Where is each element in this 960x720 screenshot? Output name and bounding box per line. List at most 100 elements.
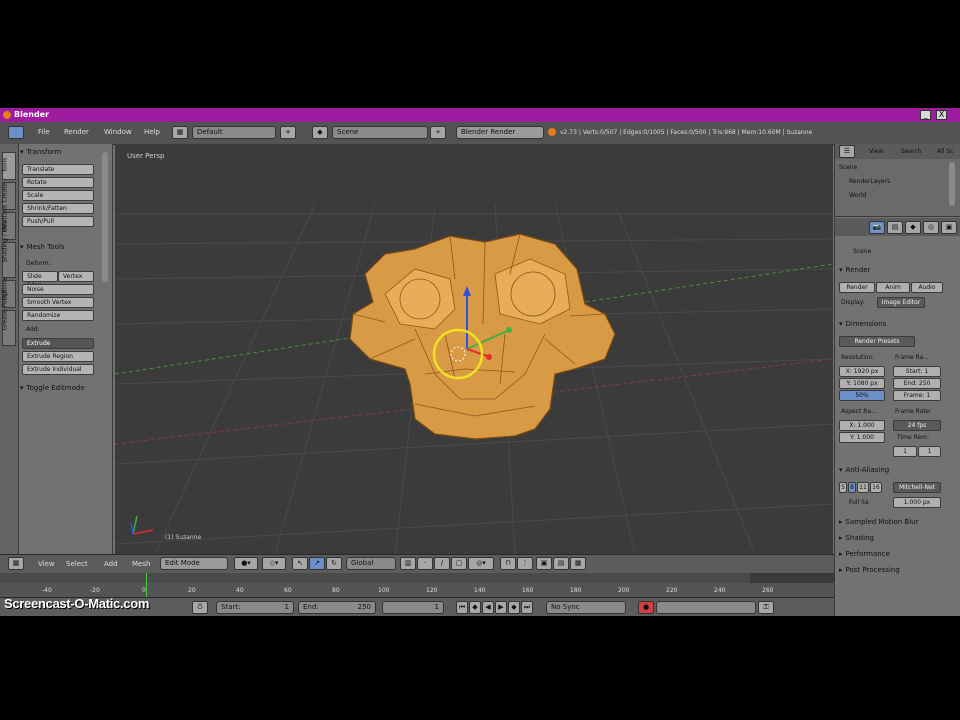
extrude-menu-button[interactable]: Extrude bbox=[22, 338, 94, 349]
transform-panel-header[interactable]: Transform bbox=[20, 148, 106, 160]
vertex-select-icon[interactable]: · bbox=[417, 557, 433, 570]
toggle-editmode-header[interactable]: Toggle Editmode bbox=[20, 384, 106, 396]
frame-rate-select[interactable]: 24 fps bbox=[893, 420, 941, 431]
opengl-anim-icon[interactable]: ▦ bbox=[570, 557, 586, 570]
resolution-x-field[interactable]: X: 1920 px bbox=[839, 366, 885, 377]
rotate-button[interactable]: Rotate bbox=[22, 177, 94, 188]
scale-button[interactable]: Scale bbox=[22, 190, 94, 201]
smooth-vertex-button[interactable]: Smooth Vertex bbox=[22, 297, 94, 308]
mode-select[interactable]: Edit Mode bbox=[160, 557, 228, 570]
outliner-item-scene[interactable]: Scene bbox=[839, 164, 857, 171]
menu-render[interactable]: Render bbox=[64, 128, 89, 136]
3d-viewport[interactable]: User Persp (1) Suzanne bbox=[115, 144, 833, 554]
outliner-tab-search[interactable]: Search bbox=[901, 148, 922, 155]
menu-view[interactable]: View bbox=[38, 560, 55, 568]
add-scene-button[interactable]: + bbox=[430, 126, 446, 139]
aa-samples-11[interactable]: 11 bbox=[857, 482, 869, 493]
mesh-tools-panel-header[interactable]: Mesh Tools bbox=[20, 243, 106, 255]
vertex-slide-button[interactable]: Vertex bbox=[58, 271, 94, 282]
world-tab-icon[interactable]: ◎ bbox=[923, 221, 939, 234]
aa-samples-5[interactable]: 5 bbox=[839, 482, 847, 493]
menu-select[interactable]: Select bbox=[66, 560, 88, 568]
resolution-y-field[interactable]: Y: 1080 px bbox=[839, 378, 885, 389]
edge-select-icon[interactable]: / bbox=[434, 557, 450, 570]
translate-button[interactable]: Translate bbox=[22, 164, 94, 175]
keying-set-field[interactable] bbox=[656, 601, 756, 614]
shrink-fatten-button[interactable]: Shrink/Fatten bbox=[22, 203, 94, 214]
rotate-manipulator-icon[interactable]: ↻ bbox=[326, 557, 342, 570]
manipulator-toggle-icon[interactable]: ↖ bbox=[292, 557, 308, 570]
time-remap-new-field[interactable]: 1 bbox=[918, 446, 941, 457]
anti-aliasing-panel-header[interactable]: Anti-Aliasing bbox=[839, 466, 949, 478]
frame-end-field[interactable]: End: 250 bbox=[893, 378, 941, 389]
randomize-button[interactable]: Randomize bbox=[22, 310, 94, 321]
viewport-shading-select[interactable]: ●▾ bbox=[234, 557, 258, 570]
tool-shelf-scrollbar[interactable] bbox=[102, 152, 108, 282]
outliner-item-renderlayers[interactable]: RenderLayers bbox=[849, 178, 890, 185]
outliner-item-world[interactable]: World bbox=[849, 192, 866, 199]
transform-orientation-select[interactable]: Global bbox=[346, 557, 396, 570]
start-frame-field[interactable]: Start: 1 bbox=[216, 601, 294, 614]
outliner-scrollbar[interactable] bbox=[949, 162, 955, 206]
timeline-scrub-area[interactable] bbox=[0, 573, 834, 583]
play-reverse-icon[interactable]: ◀ bbox=[482, 601, 494, 614]
frame-step-field[interactable]: Frame: 1 bbox=[893, 390, 941, 401]
shading-header[interactable]: Shading bbox=[839, 534, 949, 546]
timeline[interactable]: -40 -20 0 20 40 60 80 100 120 140 160 18… bbox=[0, 573, 834, 597]
viewport-editor-type-icon[interactable]: ▦ bbox=[8, 557, 24, 570]
aa-samples-8[interactable]: 8 bbox=[848, 482, 856, 493]
opengl-render-icon[interactable]: ▤ bbox=[553, 557, 569, 570]
current-frame-field[interactable]: 1 bbox=[382, 601, 444, 614]
play-icon[interactable]: ▶ bbox=[495, 601, 507, 614]
object-tab-icon[interactable]: ▣ bbox=[941, 221, 957, 234]
aspect-y-field[interactable]: Y: 1.000 bbox=[839, 432, 885, 443]
render-panel-header[interactable]: Render bbox=[839, 266, 949, 278]
jump-end-icon[interactable]: ⏭ bbox=[521, 601, 533, 614]
post-processing-header[interactable]: Post Processing bbox=[839, 566, 949, 578]
scene-icon[interactable]: ◆ bbox=[312, 126, 328, 139]
render-button[interactable]: Render bbox=[839, 282, 875, 293]
translate-manipulator-icon[interactable]: ↗ bbox=[309, 557, 325, 570]
render-tab-icon[interactable]: 📷 bbox=[869, 221, 885, 234]
outliner-tab-all-scenes[interactable]: All Sc bbox=[937, 148, 953, 155]
aa-filter-select[interactable]: Mitchell-Net bbox=[893, 482, 941, 493]
dimensions-panel-header[interactable]: Dimensions bbox=[839, 320, 949, 332]
screen-layout-field[interactable]: Default bbox=[192, 126, 276, 139]
menu-add[interactable]: Add bbox=[104, 560, 118, 568]
menu-help[interactable]: Help bbox=[144, 128, 160, 136]
extrude-individual-button[interactable]: Extrude Individual bbox=[22, 364, 94, 375]
close-button[interactable]: X bbox=[936, 110, 947, 120]
minimize-button[interactable]: _ bbox=[920, 110, 931, 120]
preview-range-icon[interactable]: ⏱ bbox=[192, 601, 208, 614]
render-preview-icon[interactable]: ▣ bbox=[536, 557, 552, 570]
scene-field[interactable]: Scene bbox=[332, 126, 428, 139]
menu-window[interactable]: Window bbox=[104, 128, 132, 136]
tab-tools[interactable]: Tools bbox=[2, 152, 16, 180]
suzanne-mesh[interactable] bbox=[349, 233, 616, 440]
screen-layout-icon[interactable]: ▦ bbox=[172, 126, 188, 139]
layer-toggle-icon[interactable]: ▥ bbox=[400, 557, 416, 570]
snap-toggle-icon[interactable]: ⊓ bbox=[500, 557, 516, 570]
editor-type-icon[interactable] bbox=[8, 126, 24, 139]
auto-keyframe-icon[interactable]: ● bbox=[638, 601, 654, 614]
current-frame-marker[interactable] bbox=[146, 573, 147, 597]
performance-header[interactable]: Performance bbox=[839, 550, 949, 562]
display-select[interactable]: Image Editor bbox=[877, 297, 925, 308]
sync-mode-select[interactable]: No Sync bbox=[546, 601, 626, 614]
frame-start-field[interactable]: Start: 1 bbox=[893, 366, 941, 377]
audio-button[interactable]: Audio bbox=[911, 282, 943, 293]
snap-element-select[interactable]: ⋮ bbox=[517, 557, 533, 570]
proportional-edit-select[interactable]: ◎▾ bbox=[468, 557, 494, 570]
aspect-x-field[interactable]: X: 1.000 bbox=[839, 420, 885, 431]
push-pull-button[interactable]: Push/Pull bbox=[22, 216, 94, 227]
render-presets-select[interactable]: Render Presets bbox=[839, 336, 915, 347]
face-select-icon[interactable]: ▢ bbox=[451, 557, 467, 570]
extrude-region-button[interactable]: Extrude Region bbox=[22, 351, 94, 362]
aa-samples-16[interactable]: 16 bbox=[870, 482, 882, 493]
anim-button[interactable]: Anim bbox=[876, 282, 910, 293]
prev-keyframe-icon[interactable]: ◆ bbox=[469, 601, 481, 614]
end-frame-field[interactable]: End: 250 bbox=[298, 601, 376, 614]
scene-tab-icon[interactable]: ◆ bbox=[905, 221, 921, 234]
add-screen-button[interactable]: + bbox=[280, 126, 296, 139]
next-keyframe-icon[interactable]: ◆ bbox=[508, 601, 520, 614]
